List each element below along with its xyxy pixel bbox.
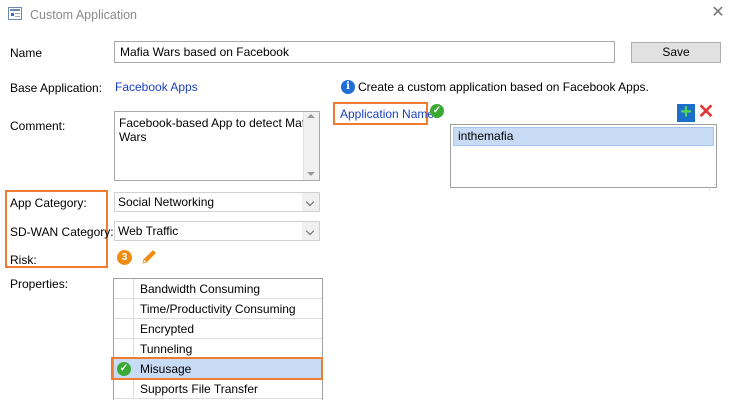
base-application-label: Base Application:	[10, 81, 103, 95]
property-checkbox[interactable]	[114, 319, 134, 338]
misusage-highlight	[111, 357, 323, 380]
chevron-down-icon[interactable]	[302, 222, 319, 240]
app-window-icon	[8, 7, 22, 20]
property-label: Bandwidth Consuming	[140, 282, 261, 296]
property-checkbox[interactable]	[114, 339, 134, 358]
app-category-select[interactable]: Social Networking	[114, 192, 320, 212]
property-row[interactable]: Tunneling	[114, 339, 322, 359]
comment-scrollbar[interactable]	[303, 112, 319, 180]
info-icon: i	[341, 80, 355, 94]
risk-badge: 3	[117, 250, 132, 265]
comment-line: Wars	[119, 130, 147, 144]
app-category-label: App Category:	[10, 196, 87, 210]
name-input[interactable]: Mafia Wars based on Facebook	[114, 41, 615, 63]
property-checkbox[interactable]	[114, 299, 134, 318]
comment-label: Comment:	[10, 119, 66, 133]
properties-list[interactable]: Bandwidth Consuming Time/Productivity Co…	[113, 278, 323, 400]
property-label: Encrypted	[140, 322, 195, 336]
base-application-link[interactable]: Facebook Apps	[115, 80, 198, 94]
check-icon: ✓	[430, 104, 444, 118]
property-row[interactable]: Encrypted	[114, 319, 322, 339]
name-label: Name	[10, 46, 43, 60]
plus-icon[interactable]: +	[677, 102, 695, 122]
application-name-list[interactable]: inthemafia	[450, 124, 717, 188]
sdwan-category-select[interactable]: Web Traffic	[114, 221, 320, 241]
comment-textarea[interactable]: Facebook-based App to detect Mafia Wars	[114, 111, 320, 181]
property-checkbox[interactable]	[114, 279, 134, 298]
application-name-label: Application Name:	[340, 107, 438, 121]
risk-label: Risk:	[10, 253, 37, 267]
info-hint-text: Create a custom application based on Fac…	[358, 80, 649, 94]
properties-label: Properties:	[10, 277, 69, 291]
sdwan-category-value: Web Traffic	[118, 224, 179, 238]
save-button[interactable]: Save	[631, 42, 721, 63]
comment-line: Facebook-based App to detect Mafia	[119, 116, 315, 130]
chevron-down-icon[interactable]	[302, 193, 319, 211]
sdwan-category-label: SD-WAN Category:	[10, 225, 114, 239]
window-title: Custom Application	[30, 8, 138, 22]
pencil-icon[interactable]	[140, 248, 158, 266]
property-label: Time/Productivity Consuming	[140, 302, 296, 316]
close-icon[interactable]: ✕	[709, 4, 727, 22]
property-row[interactable]: Bandwidth Consuming	[114, 279, 322, 299]
property-row[interactable]: Supports File Transfer	[114, 379, 322, 399]
resize-grip-icon[interactable]: ⋰	[708, 183, 718, 193]
property-label: Supports File Transfer	[140, 382, 259, 396]
property-label: Tunneling	[140, 342, 193, 356]
app-category-value: Social Networking	[118, 195, 215, 209]
list-item[interactable]: inthemafia	[453, 127, 714, 146]
property-checkbox[interactable]	[114, 379, 134, 398]
property-row[interactable]: Time/Productivity Consuming	[114, 299, 322, 319]
x-icon[interactable]: ✕	[697, 102, 715, 122]
